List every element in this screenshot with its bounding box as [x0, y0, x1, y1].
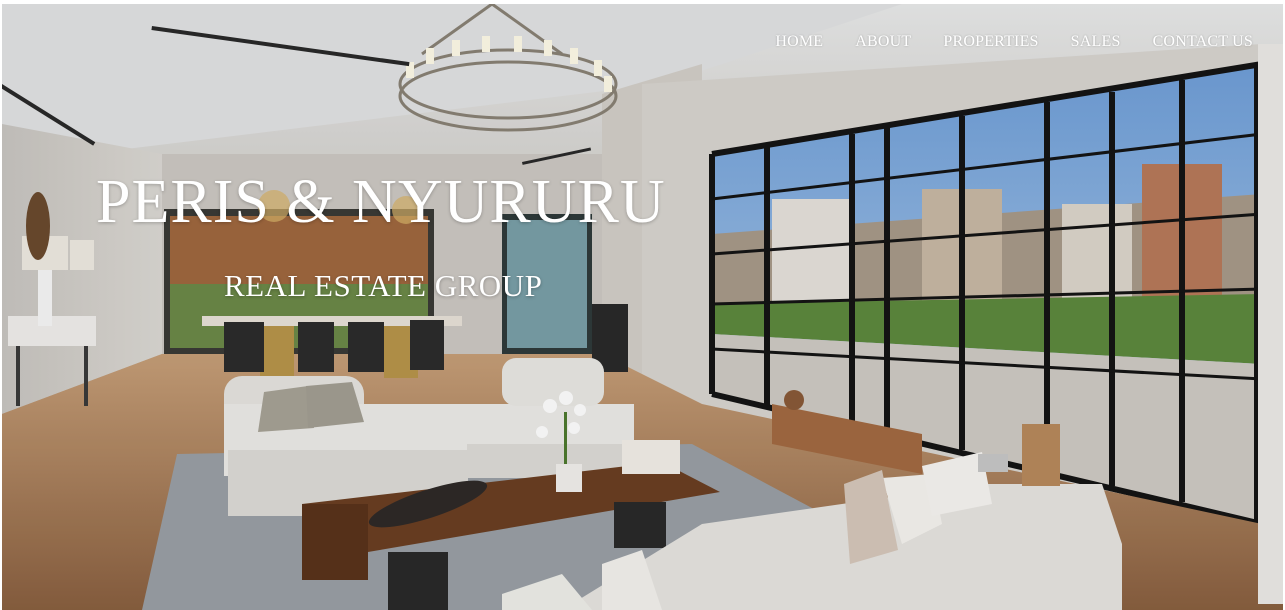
nav-link-home[interactable]: HOME: [759, 32, 839, 52]
hero-banner: HOME ABOUT PROPERTIES SALES CONTACT US P…: [2, 4, 1283, 610]
nav-link-properties[interactable]: PROPERTIES: [927, 32, 1054, 52]
brand-tagline: REAL ESTATE GROUP: [224, 268, 543, 303]
nav-link-about[interactable]: ABOUT: [839, 32, 927, 52]
nav-link-sales[interactable]: SALES: [1055, 32, 1137, 52]
main-navigation: HOME ABOUT PROPERTIES SALES CONTACT US: [759, 32, 1269, 52]
brand-title: PERIS & NYURURU: [96, 168, 666, 236]
nav-link-contact-us[interactable]: CONTACT US: [1137, 32, 1269, 52]
hero-background-image: [2, 4, 1283, 610]
